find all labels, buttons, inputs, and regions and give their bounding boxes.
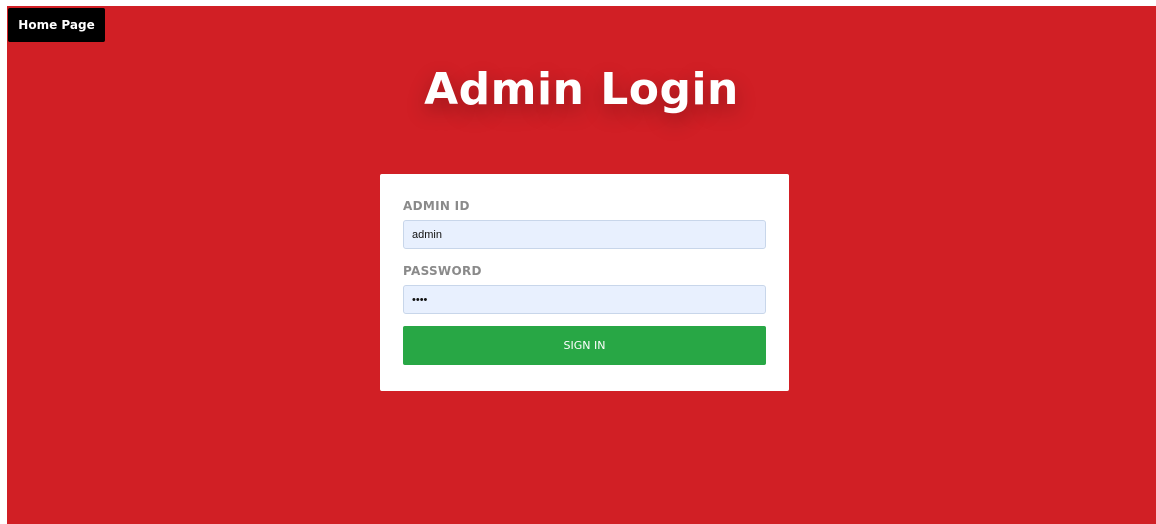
page-title: Admin Login: [424, 64, 739, 115]
admin-id-input[interactable]: [403, 220, 766, 249]
login-form-card: ADMIN ID PASSWORD SIGN IN: [380, 174, 789, 391]
login-page-background: Home Page Admin Login ADMIN ID PASSWORD …: [7, 6, 1156, 524]
home-page-button[interactable]: Home Page: [8, 8, 105, 42]
password-label: PASSWORD: [403, 264, 482, 278]
password-input[interactable]: [403, 285, 766, 314]
admin-id-label: ADMIN ID: [403, 199, 470, 213]
sign-in-button[interactable]: SIGN IN: [403, 326, 766, 365]
